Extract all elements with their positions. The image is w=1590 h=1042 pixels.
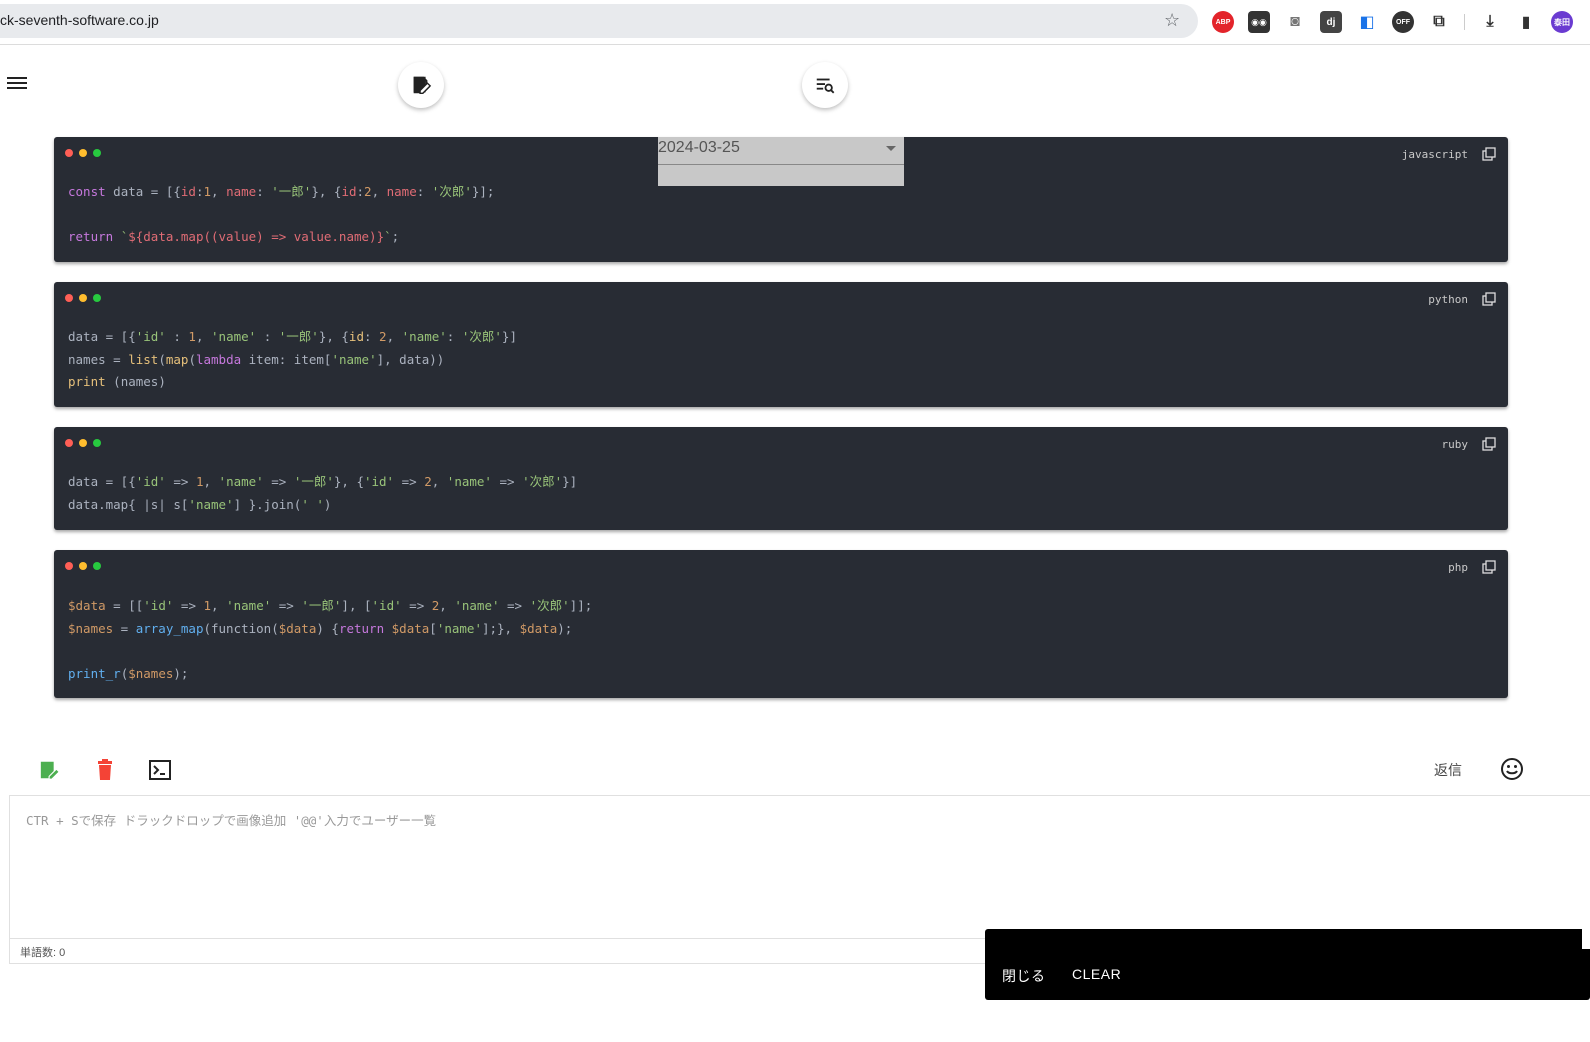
save-edit-icon (40, 761, 60, 780)
dropdown-arrow-icon[interactable] (886, 146, 896, 151)
translate-icon[interactable]: ◧ (1356, 11, 1378, 33)
select-underline (658, 164, 904, 165)
code-block-php: php $data = [['id' => 1, 'name' => '一郎']… (54, 550, 1508, 698)
code-language-label: ruby (1441, 438, 1469, 451)
terminal-icon (149, 760, 171, 780)
code-language-label: php (1448, 561, 1468, 574)
word-count: 単語数: 0 (20, 947, 66, 959)
reply-button[interactable]: 返信 (1434, 760, 1462, 780)
snackbar-close-button[interactable]: 閉じる (1002, 966, 1046, 986)
code-language-label: python (1428, 293, 1468, 306)
snackbar-clear-button[interactable]: CLEAR (1072, 966, 1121, 982)
code-content[interactable]: $data = [['id' => 1, 'name' => '一郎'], ['… (68, 595, 592, 685)
camera-icon[interactable]: ◙ (1284, 11, 1306, 33)
code-content[interactable]: const data = [{id:1, name: '一郎'}, {id:2,… (68, 181, 494, 249)
dj-extension-icon[interactable]: dj (1320, 11, 1342, 33)
copy-icon[interactable] (1482, 437, 1496, 451)
code-content[interactable]: data = [{'id' => 1, 'name' => '一郎'}, {'i… (68, 471, 577, 516)
date-select-value[interactable]: 2024-03-25 (658, 139, 740, 157)
copy-icon[interactable] (1482, 292, 1496, 306)
snackbar-edge (1582, 929, 1590, 949)
copy-icon[interactable] (1482, 560, 1496, 574)
adblock-icon[interactable]: ABP (1212, 11, 1234, 33)
bookmark-star-icon[interactable]: ☆ (1164, 10, 1180, 31)
profile-avatar[interactable]: 泰田 (1551, 11, 1573, 33)
edit-note-icon (413, 76, 432, 94)
off-extension-icon[interactable]: OFF (1392, 11, 1414, 33)
date-select[interactable]: 2024-03-25 (658, 137, 904, 186)
download-icon[interactable]: ⤓ (1479, 11, 1501, 33)
comment-textarea[interactable] (10, 796, 980, 936)
filter-search-icon (816, 78, 835, 94)
trash-icon (98, 759, 112, 780)
emoji-icon[interactable] (1500, 757, 1524, 781)
extensions-bar: ABP ◉◉ ◙ dj ◧ OFF ⧉ ⤓ ▮ 泰田 (1212, 6, 1587, 38)
window-dots (65, 439, 107, 447)
code-language-label: javascript (1401, 148, 1468, 161)
save-note-button[interactable] (38, 758, 62, 782)
window-dots (65, 149, 107, 157)
hamburger-icon[interactable] (7, 74, 27, 92)
mask-extension-icon[interactable]: ◉◉ (1248, 11, 1270, 33)
delete-button[interactable] (93, 758, 117, 782)
window-dots (65, 294, 107, 302)
snackbar: 閉じる CLEAR (985, 929, 1590, 1000)
edit-note-button[interactable] (398, 62, 444, 108)
code-content[interactable]: data = [{'id' : 1, 'name' : '一郎'}, {id: … (68, 326, 517, 394)
copy-icon[interactable] (1482, 147, 1496, 161)
code-insert-button[interactable] (148, 758, 172, 782)
filter-search-button[interactable] (802, 62, 848, 108)
toolbar-divider (1464, 14, 1465, 30)
code-block-python: python data = [{'id' : 1, 'name' : '一郎'}… (54, 282, 1508, 407)
window-dots (65, 562, 107, 570)
code-block-ruby: ruby data = [{'id' => 1, 'name' => '一郎'}… (54, 427, 1508, 530)
browser-toolbar: ck-seventh-software.co.jp ☆ ABP ◉◉ ◙ dj … (0, 0, 1590, 45)
url-text[interactable]: ck-seventh-software.co.jp (0, 12, 159, 28)
side-panel-icon[interactable]: ▮ (1515, 11, 1537, 33)
extensions-puzzle-icon[interactable]: ⧉ (1428, 11, 1450, 33)
address-bar[interactable]: ck-seventh-software.co.jp ☆ (0, 4, 1198, 38)
